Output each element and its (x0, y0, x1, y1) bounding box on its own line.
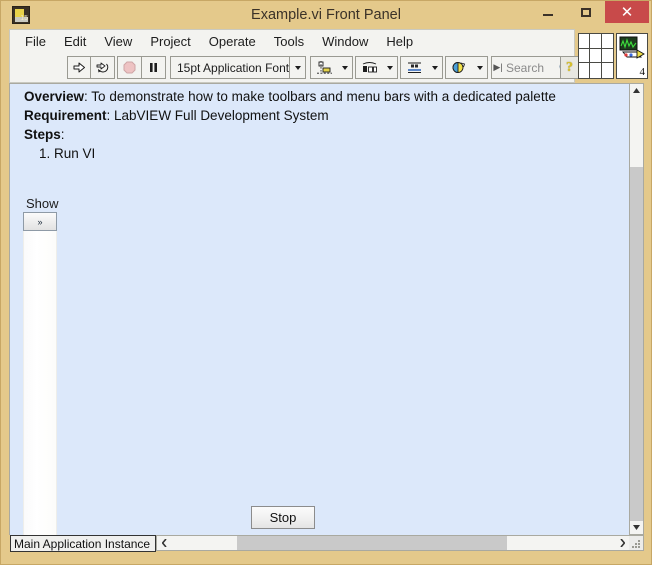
menu-item-window[interactable]: Window (313, 32, 377, 51)
distribute-objects-chevron-down-icon[interactable] (383, 57, 397, 78)
resize-objects-chevron-down-icon[interactable] (428, 57, 442, 78)
stop-button[interactable]: Stop (251, 506, 315, 529)
requirement-text: : LabVIEW Full Development System (106, 108, 329, 123)
vertical-scrollbar[interactable] (629, 83, 644, 535)
vi-icon[interactable]: 4 (616, 33, 648, 79)
reorder-objects-chevron-down-icon[interactable] (473, 57, 487, 78)
abort-pause-group (117, 56, 166, 79)
menu-item-edit[interactable]: Edit (55, 32, 95, 51)
font-selector[interactable]: 15pt Application Font (170, 56, 306, 79)
scroll-down-icon[interactable] (630, 521, 643, 534)
align-objects-button[interactable] (310, 56, 353, 79)
menu-item-view[interactable]: View (95, 32, 141, 51)
search-prefix-icon: ▶| (493, 62, 503, 72)
abort-execution-button[interactable] (118, 57, 142, 78)
vertical-scrollbar-thumb[interactable] (630, 167, 643, 534)
connector-pane-grid-icon[interactable] (578, 33, 614, 79)
overview-label: Overview (24, 89, 85, 104)
align-objects-icon (311, 57, 338, 78)
maximize-button[interactable] (567, 1, 605, 23)
reorder-objects-icon (446, 57, 473, 78)
distribute-objects-icon (356, 57, 383, 78)
overview-line: Overview: To demonstrate how to make too… (24, 89, 556, 104)
run-continuously-button[interactable] (91, 57, 114, 78)
align-objects-chevron-down-icon[interactable] (338, 57, 352, 78)
font-selector-label: 15pt Application Font (171, 57, 291, 78)
scroll-left-icon[interactable] (157, 536, 171, 550)
maximize-icon (581, 8, 591, 17)
resize-grip[interactable] (629, 536, 643, 550)
run-button[interactable] (68, 57, 92, 78)
labview-front-panel-window: 15 Example.vi Front Panel ✕ File Edit Vi… (0, 0, 652, 565)
menu-item-operate[interactable]: Operate (200, 32, 265, 51)
minimize-button[interactable] (529, 1, 567, 23)
reorder-objects-button[interactable] (445, 56, 488, 79)
steps-text: : (60, 127, 65, 142)
menu-item-tools[interactable]: Tools (265, 32, 313, 51)
show-label: Show (26, 196, 59, 211)
horizontal-scrollbar-thumb[interactable] (237, 536, 507, 550)
distribute-objects-button[interactable] (355, 56, 398, 79)
scroll-right-icon[interactable] (615, 536, 629, 550)
run-button-group (67, 56, 115, 79)
pause-button[interactable] (142, 57, 165, 78)
menu-item-project[interactable]: Project (141, 32, 199, 51)
search-placeholder: Search (506, 60, 545, 75)
step-1-line: 1. Run VI (39, 146, 96, 161)
collapsed-toolbar-palette[interactable] (23, 231, 57, 535)
requirement-line: Requirement: LabVIEW Full Development Sy… (24, 108, 329, 123)
show-palette-button[interactable]: » (23, 212, 57, 231)
title-bar: 15 Example.vi Front Panel ✕ (1, 1, 651, 29)
status-bar[interactable]: Main Application Instance (10, 535, 156, 552)
close-icon: ✕ (620, 4, 634, 21)
front-panel-canvas[interactable]: Overview: To demonstrate how to make too… (9, 83, 629, 535)
steps-label: Steps (24, 127, 61, 142)
menu-bar: File Edit View Project Operate Tools Win… (9, 29, 575, 53)
font-selector-chevron-down-icon[interactable] (290, 57, 305, 78)
overview-text: : To demonstrate how to make toolbars an… (84, 89, 556, 104)
context-help-button[interactable]: ? (560, 56, 579, 79)
resize-objects-icon (401, 57, 428, 78)
toolbar: 15pt Application Font ▶| Search ? (9, 53, 579, 83)
close-button[interactable]: ✕ (605, 1, 649, 23)
scroll-up-icon[interactable] (630, 84, 643, 97)
horizontal-scrollbar[interactable] (156, 535, 644, 551)
minimize-icon (543, 14, 553, 16)
vi-icon-badge: 4 (639, 66, 646, 78)
requirement-label: Requirement (24, 108, 107, 123)
menu-item-file[interactable]: File (16, 32, 55, 51)
menu-item-help[interactable]: Help (377, 32, 422, 51)
steps-line: Steps: (24, 127, 65, 142)
resize-objects-button[interactable] (400, 56, 443, 79)
